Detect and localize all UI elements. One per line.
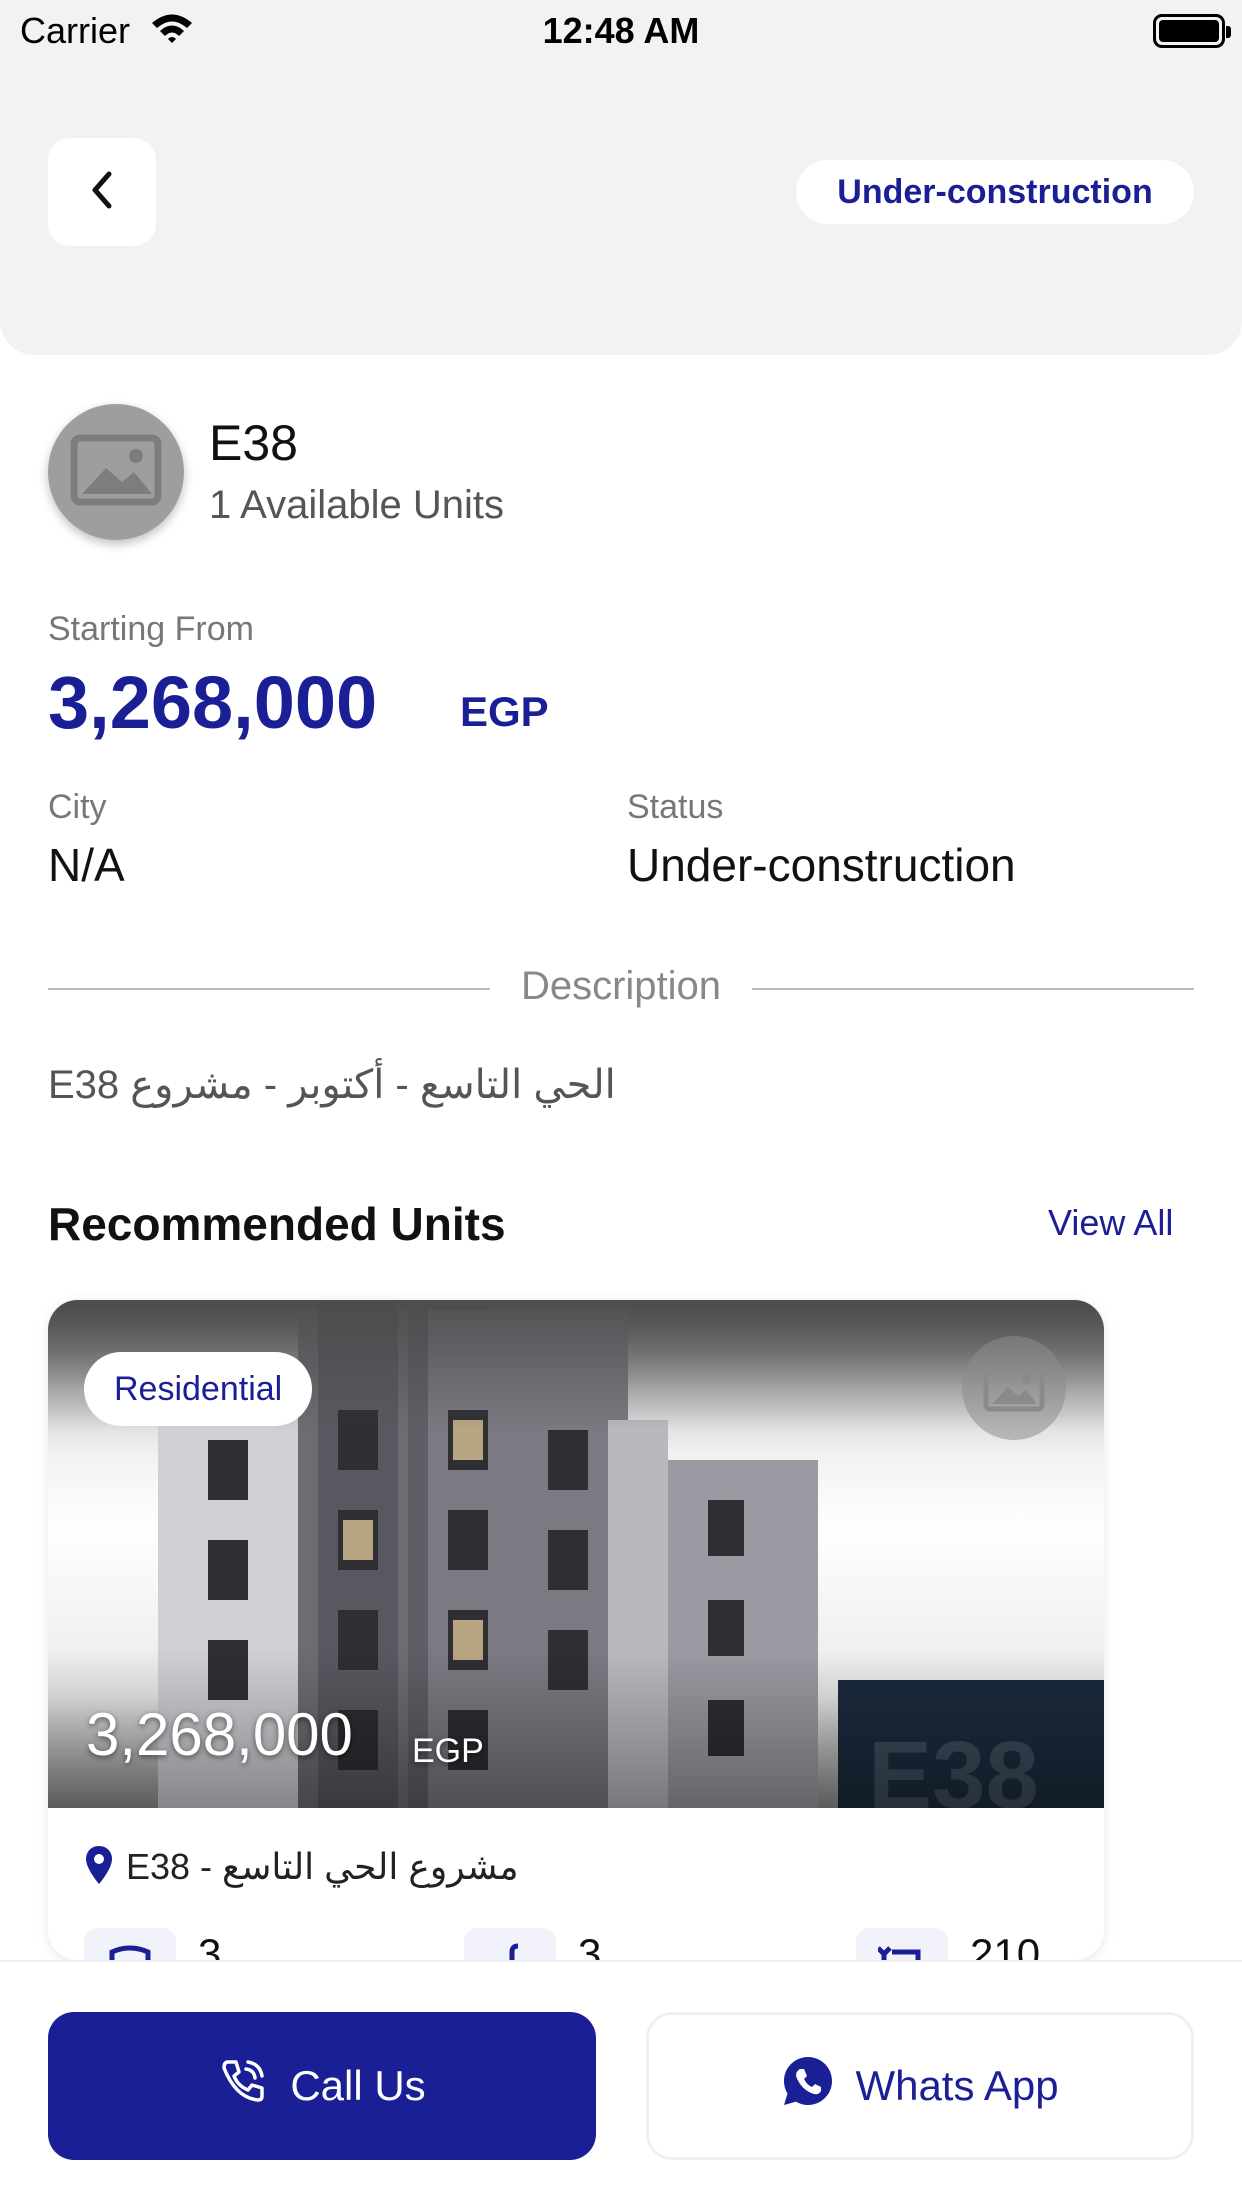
bathrooms-feature: 3 bbox=[464, 1928, 601, 1960]
unit-price: 3,268,000 bbox=[86, 1701, 353, 1768]
whatsapp-label: Whats App bbox=[855, 2062, 1059, 2109]
status-badge: Under-construction bbox=[796, 160, 1194, 224]
city-label: City bbox=[48, 788, 107, 826]
bottom-action-bar: Call Us Whats App bbox=[0, 1960, 1242, 2208]
description-title: Description bbox=[520, 964, 722, 1008]
whatsapp-icon bbox=[781, 2054, 835, 2118]
image-placeholder-icon bbox=[70, 434, 162, 511]
chevron-left-icon bbox=[87, 169, 117, 216]
status-value: Under-construction bbox=[627, 839, 1016, 891]
available-units: 1 Available Units bbox=[209, 483, 504, 527]
call-us-label: Call Us bbox=[290, 2062, 426, 2109]
location-pin-icon bbox=[84, 1844, 114, 1891]
area-icon bbox=[856, 1928, 948, 1960]
divider bbox=[48, 988, 490, 990]
project-price: 3,268,000 bbox=[48, 661, 378, 744]
city-value: N/A bbox=[48, 839, 125, 891]
area-feature: 210 bbox=[856, 1928, 1040, 1960]
divider bbox=[752, 988, 1194, 990]
unit-currency: EGP bbox=[412, 1732, 484, 1770]
view-all-link[interactable]: View All bbox=[1048, 1202, 1173, 1244]
project-name: E38 bbox=[209, 415, 298, 471]
recommended-units-title: Recommended Units bbox=[48, 1198, 506, 1250]
bedrooms-feature: 3 bbox=[84, 1928, 221, 1960]
unit-card[interactable]: E38 Residential 3,268,000 bbox=[48, 1300, 1104, 1960]
status-label: Status bbox=[627, 788, 724, 826]
description-text: E38 الحي التاسع - أكتوبر - مشروع bbox=[48, 1063, 616, 1107]
phone-icon bbox=[218, 2056, 268, 2116]
bedrooms-value: 3 bbox=[198, 1930, 222, 1960]
area-value: 210 bbox=[970, 1930, 1041, 1960]
bed-icon bbox=[84, 1928, 176, 1960]
bathrooms-value: 3 bbox=[578, 1930, 602, 1960]
clock: 12:48 AM bbox=[542, 10, 700, 51]
header: Carrier 12:48 AM Under-construction bbox=[0, 0, 1242, 355]
whatsapp-button[interactable]: Whats App bbox=[646, 2012, 1194, 2160]
unit-image: E38 Residential 3,268,000 bbox=[48, 1300, 1104, 1808]
project-avatar bbox=[48, 404, 184, 540]
call-us-button[interactable]: Call Us bbox=[48, 2012, 596, 2160]
bath-icon bbox=[464, 1928, 556, 1960]
starting-from-label: Starting From bbox=[48, 610, 254, 648]
project-currency: EGP bbox=[460, 688, 549, 735]
status-bar: Carrier 12:48 AM bbox=[0, 0, 1242, 62]
battery-icon bbox=[1153, 14, 1231, 48]
unit-location: E38 - مشروع الحي التاسع bbox=[126, 1846, 519, 1887]
image-placeholder-icon bbox=[962, 1336, 1066, 1440]
back-button[interactable] bbox=[48, 138, 156, 246]
unit-type-badge: Residential bbox=[84, 1352, 313, 1426]
